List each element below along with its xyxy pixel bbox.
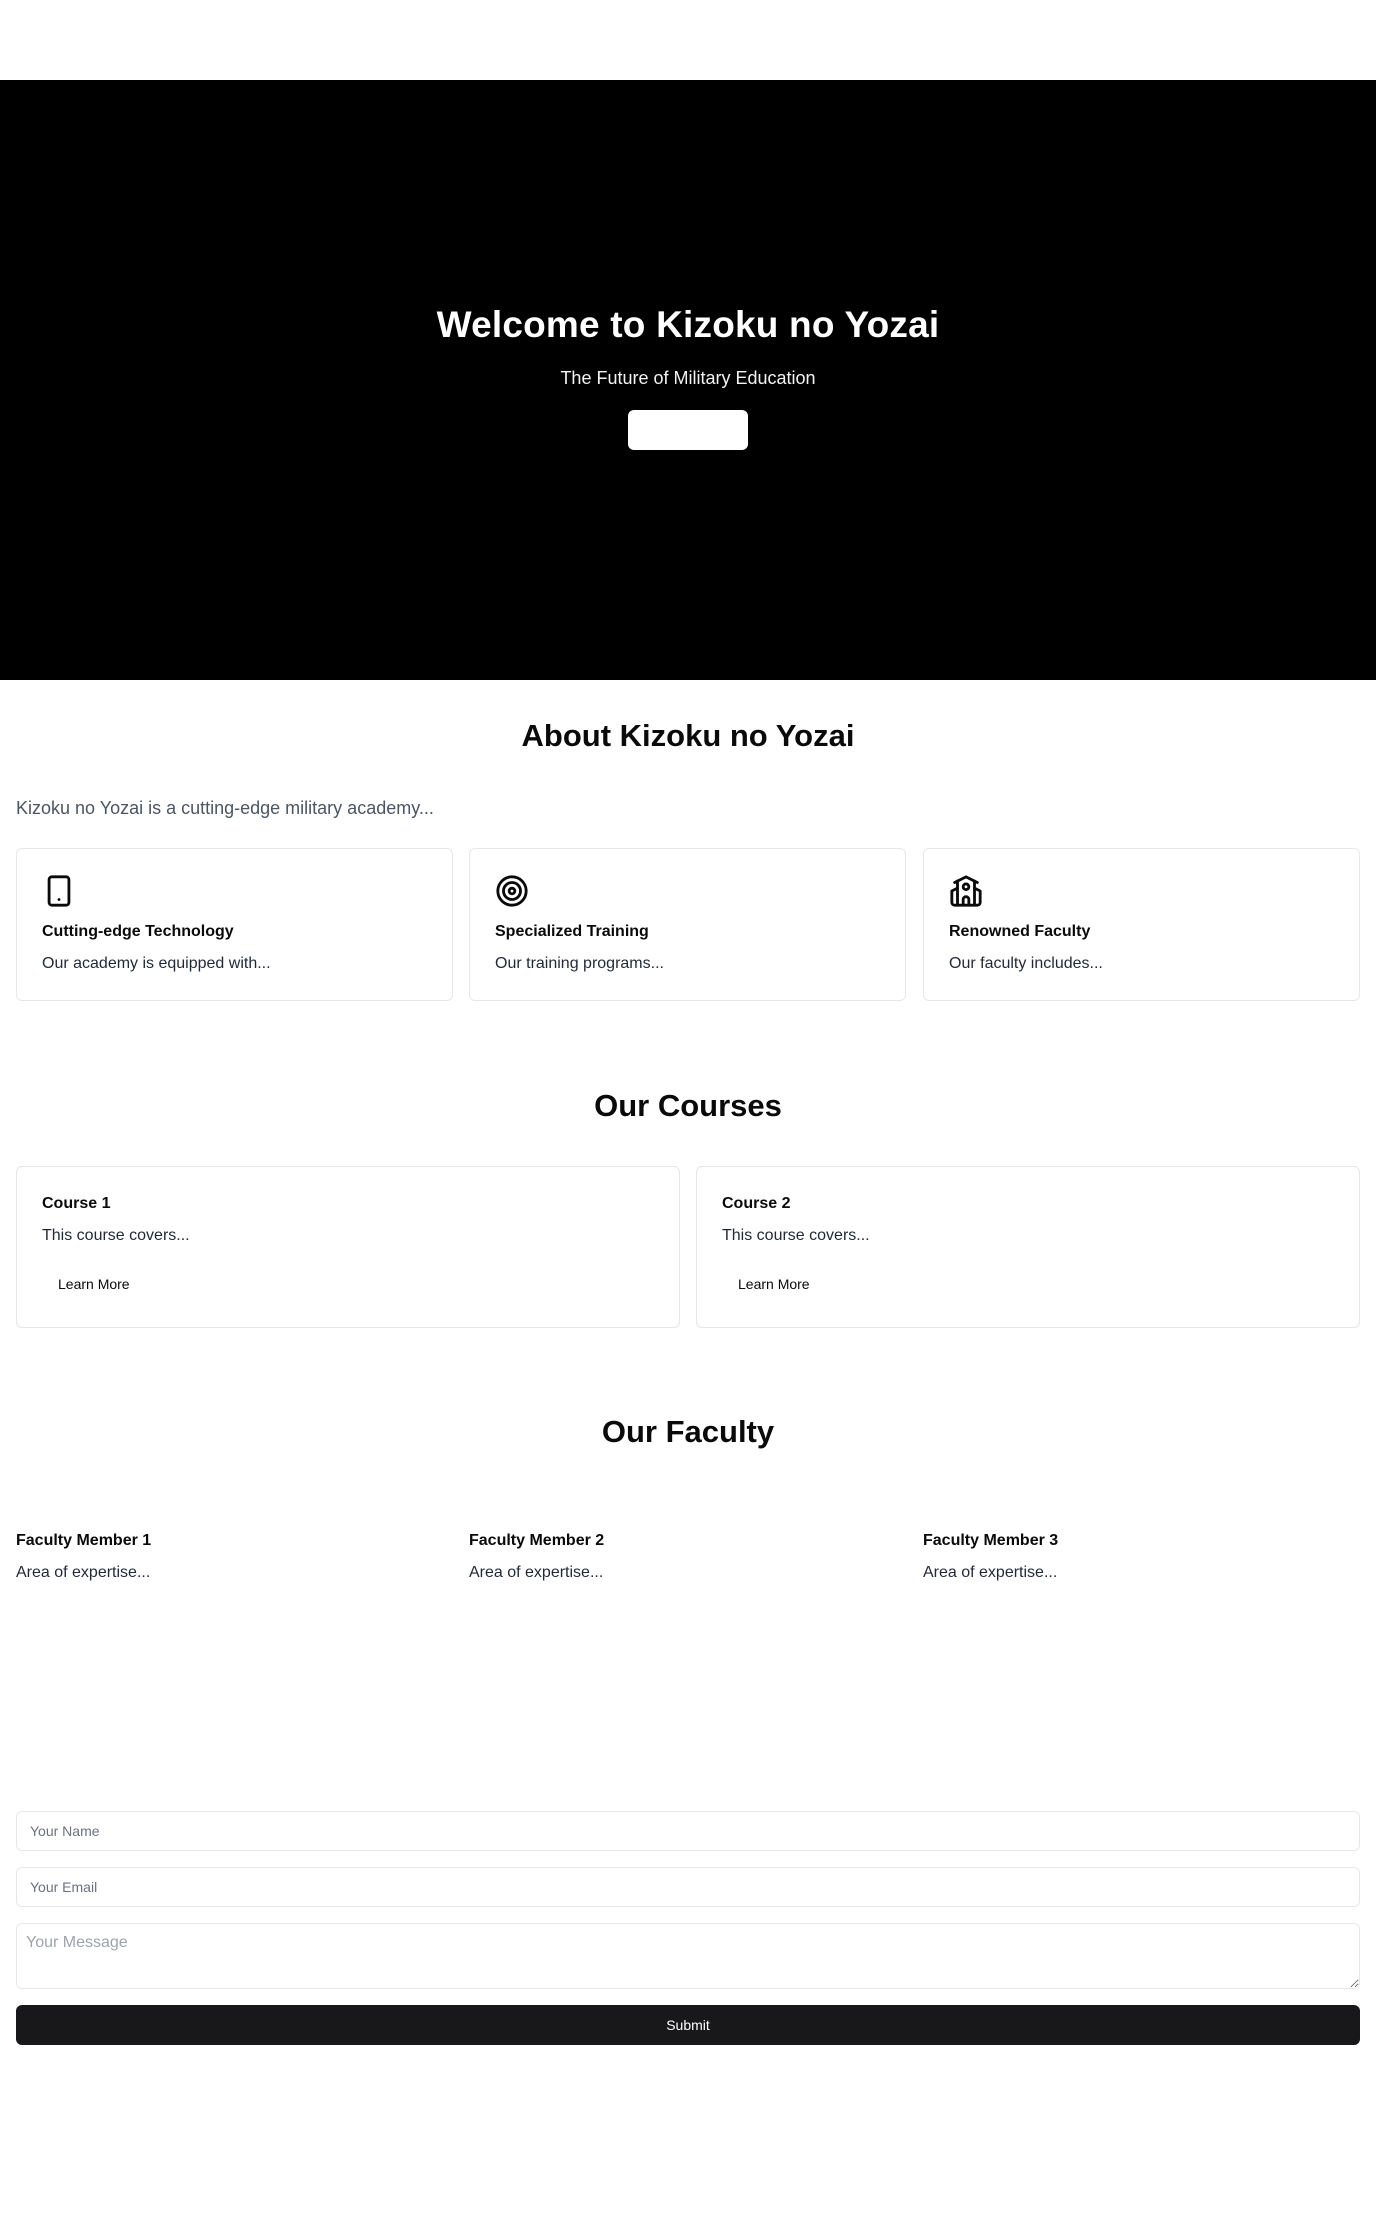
top-bar [0, 0, 1376, 80]
about-title: About Kizoku no Yozai [521, 718, 855, 753]
name-input[interactable] [16, 1811, 1360, 1851]
email-input[interactable] [16, 1867, 1360, 1907]
course-heading: Course 2 [722, 1195, 791, 1212]
feature-heading: Specialized Training [495, 923, 649, 940]
faculty-area: Area of expertise... [469, 1564, 604, 1581]
hero-section: Welcome to Kizoku no Yozai The Future of… [0, 80, 1376, 680]
learn-more-button[interactable]: Learn More [722, 1267, 826, 1301]
faculty-title: Our Faculty [601, 1414, 775, 1449]
feature-heading: Renowned Faculty [949, 923, 1091, 940]
courses-title: Our Courses [594, 1088, 782, 1123]
faculty-name: Faculty Member 2 [469, 1532, 605, 1549]
hero-cta-button[interactable] [628, 410, 748, 450]
feature-card-technology: Cutting-edge Technology Our academy is e… [16, 848, 453, 1001]
hero-subtitle: The Future of Military Education [560, 368, 816, 388]
feature-card-faculty: Renowned Faculty Our faculty includes... [923, 848, 1360, 1001]
hero-title: Welcome to Kizoku no Yozai [436, 304, 940, 345]
faculty-name: Faculty Member 1 [16, 1532, 152, 1549]
feature-card-training: Specialized Training Our training progra… [469, 848, 906, 1001]
tablet-icon [42, 874, 76, 908]
target-icon [495, 874, 529, 908]
faculty-member-1: Faculty Member 1 Area of expertise... [16, 1532, 453, 1582]
faculty-member-2: Faculty Member 2 Area of expertise... [469, 1532, 906, 1582]
school-building-icon [949, 874, 983, 908]
feature-body: Our academy is equipped with... [42, 955, 271, 972]
message-textarea[interactable] [16, 1923, 1360, 1989]
feature-body: Our training programs... [495, 955, 664, 972]
page: Welcome to Kizoku no Yozai The Future of… [0, 0, 1376, 2232]
faculty-area: Area of expertise... [923, 1564, 1058, 1581]
course-description: This course covers... [42, 1227, 190, 1244]
feature-heading: Cutting-edge Technology [42, 923, 234, 940]
submit-button[interactable]: Submit [16, 2005, 1360, 2045]
faculty-member-3: Faculty Member 3 Area of expertise... [923, 1532, 1360, 1582]
course-heading: Course 1 [42, 1195, 111, 1212]
course-card-1: Course 1 This course covers... Learn Mor… [16, 1166, 680, 1328]
faculty-area: Area of expertise... [16, 1564, 151, 1581]
faculty-name: Faculty Member 3 [923, 1532, 1059, 1549]
about-text: Kizoku no Yozai is a cutting-edge milita… [16, 798, 434, 818]
feature-body: Our faculty includes... [949, 955, 1103, 972]
course-card-2: Course 2 This course covers... Learn Mor… [696, 1166, 1360, 1328]
learn-more-button[interactable]: Learn More [42, 1267, 146, 1301]
course-description: This course covers... [722, 1227, 870, 1244]
